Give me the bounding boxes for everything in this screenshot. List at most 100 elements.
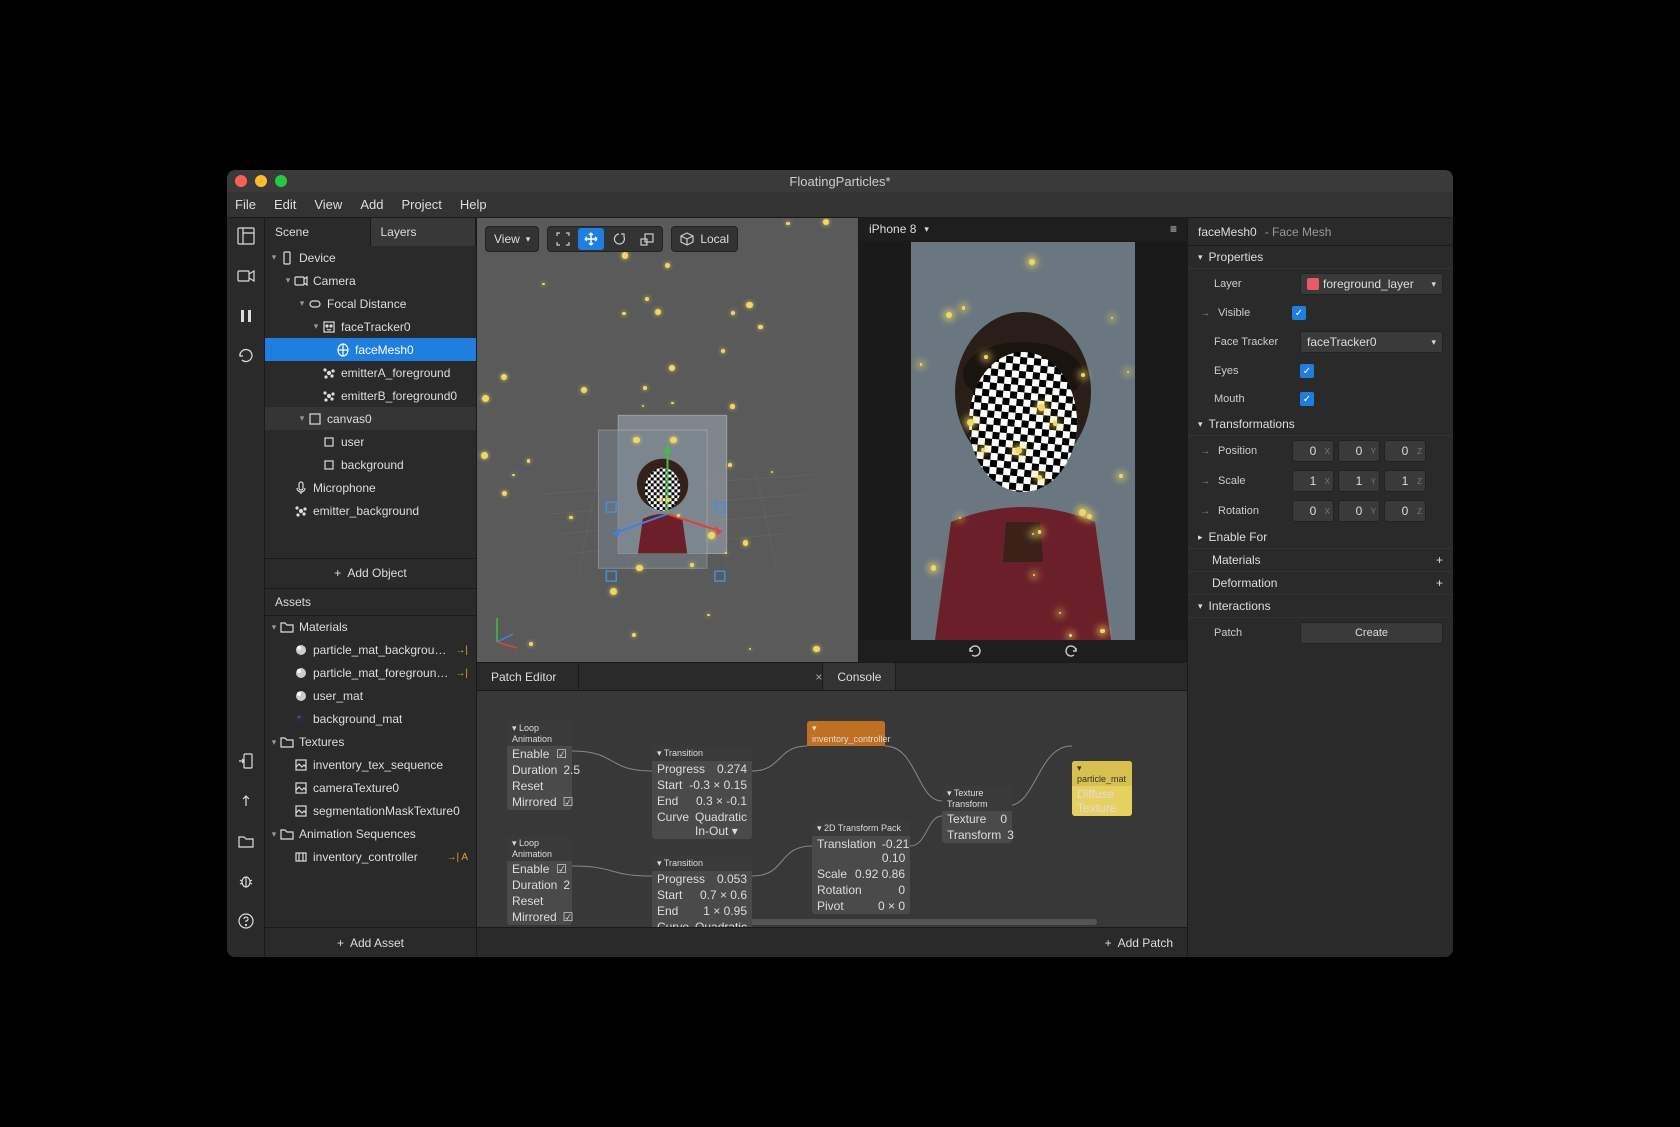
menu-help[interactable]: Help xyxy=(460,197,487,212)
node-row[interactable]: Progress0.053 xyxy=(652,871,752,887)
layer-dropdown[interactable]: foreground_layer▾ xyxy=(1300,273,1443,295)
folder-icon[interactable] xyxy=(236,831,256,851)
tree-row[interactable]: emitterA_foreground xyxy=(265,361,476,384)
viewport-3d[interactable]: View▾ Local xyxy=(477,218,859,662)
menu-view[interactable]: View xyxy=(314,197,342,212)
node-row[interactable]: End0.3 × -0.1 xyxy=(652,793,752,809)
node-row[interactable]: Translation-0.21 0.10 xyxy=(812,836,910,866)
help-icon[interactable] xyxy=(236,911,256,931)
eyes-checkbox[interactable]: ✓ xyxy=(1300,364,1314,378)
node-row[interactable]: Reset xyxy=(507,893,572,909)
tree-row[interactable]: ▾Textures xyxy=(265,731,476,754)
rot-y-input[interactable]: 0Y xyxy=(1338,500,1380,522)
scl-y-input[interactable]: 1Y xyxy=(1338,470,1380,492)
scl-z-input[interactable]: 1Z xyxy=(1384,470,1426,492)
disclosure-icon[interactable]: ▾ xyxy=(269,622,279,633)
disclosure-icon[interactable]: ▾ xyxy=(283,275,293,286)
rot-x-input[interactable]: 0X xyxy=(1292,500,1334,522)
node-row[interactable]: Start-0.3 × 0.15 xyxy=(652,777,752,793)
node-row[interactable]: Diffuse Texture xyxy=(1072,786,1132,816)
link-icon[interactable]: → xyxy=(1200,446,1210,457)
menu-icon[interactable]: ≡ xyxy=(1170,222,1177,236)
bug-icon[interactable] xyxy=(236,871,256,891)
add-object-button[interactable]: +Add Object xyxy=(265,558,476,588)
rot-z-input[interactable]: 0Z xyxy=(1384,500,1426,522)
tree-row[interactable]: cameraTexture0 xyxy=(265,777,476,800)
patch-node[interactable]: ▾ inventory_controller xyxy=(807,721,885,746)
scale-tool[interactable] xyxy=(634,228,660,250)
device-dropdown[interactable]: iPhone 8▾ xyxy=(869,222,929,236)
rotate-tool[interactable] xyxy=(606,228,632,250)
disclosure-icon[interactable]: ▾ xyxy=(269,252,279,263)
node-row[interactable]: Texture0 xyxy=(942,811,1012,827)
menu-file[interactable]: File xyxy=(235,197,256,212)
camera-icon[interactable] xyxy=(236,266,256,286)
tree-row[interactable]: inventory_tex_sequence xyxy=(265,754,476,777)
tree-row[interactable]: ▾Animation Sequences xyxy=(265,823,476,846)
tree-row[interactable]: Microphone xyxy=(265,476,476,499)
plus-icon[interactable]: + xyxy=(1436,576,1443,590)
section-interactions[interactable]: ▾Interactions xyxy=(1188,595,1453,618)
section-materials[interactable]: Materials+ xyxy=(1188,549,1453,572)
node-row[interactable]: Progress0.274 xyxy=(652,761,752,777)
local-toggle[interactable]: Local xyxy=(671,226,738,252)
menu-project[interactable]: Project xyxy=(401,197,441,212)
section-deformation[interactable]: Deformation+ xyxy=(1188,572,1453,595)
disclosure-icon[interactable]: ▾ xyxy=(297,413,307,424)
close-tab-icon[interactable]: × xyxy=(815,670,822,684)
pause-icon[interactable] xyxy=(236,306,256,326)
tree-row[interactable]: ▾Camera xyxy=(265,269,476,292)
flip-icon[interactable] xyxy=(1063,643,1079,659)
node-row[interactable]: Duration2.5 xyxy=(507,762,572,778)
node-row[interactable]: Start0.7 × 0.6 xyxy=(652,887,752,903)
menu-edit[interactable]: Edit xyxy=(274,197,296,212)
layout-icon[interactable] xyxy=(236,226,256,246)
pos-y-input[interactable]: 0Y xyxy=(1338,440,1380,462)
node-row[interactable]: Rotation0 xyxy=(812,882,910,898)
visible-checkbox[interactable]: ✓ xyxy=(1292,306,1306,320)
node-row[interactable]: Mirrored☑ xyxy=(507,794,572,810)
disclosure-icon[interactable]: ▾ xyxy=(297,298,307,309)
node-row[interactable]: Scale0.92 0.86 xyxy=(812,866,910,882)
node-row[interactable]: Enable☑ xyxy=(507,861,572,877)
frame-tool[interactable] xyxy=(550,228,576,250)
scl-x-input[interactable]: 1X xyxy=(1292,470,1334,492)
patch-node[interactable]: ▾ TransitionProgress0.053Start0.7 × 0.6E… xyxy=(652,856,752,927)
pos-x-input[interactable]: 0X xyxy=(1292,440,1334,462)
pos-z-input[interactable]: 0Z xyxy=(1384,440,1426,462)
tree-row[interactable]: ▾Materials xyxy=(265,616,476,639)
section-enable[interactable]: ▸Enable For xyxy=(1188,526,1453,549)
tree-row[interactable]: ▾faceTracker0 xyxy=(265,315,476,338)
node-row[interactable]: Mirrored☑ xyxy=(507,909,572,925)
plus-icon[interactable]: + xyxy=(1436,553,1443,567)
view-dropdown[interactable]: View▾ xyxy=(485,226,539,252)
section-properties[interactable]: ▾Properties xyxy=(1188,246,1453,269)
disclosure-icon[interactable]: ▾ xyxy=(269,737,279,748)
section-transforms[interactable]: ▾Transformations xyxy=(1188,413,1453,436)
node-row[interactable]: Duration2 xyxy=(507,877,572,893)
node-row[interactable]: CurveQuadratic In-Out ▾ xyxy=(652,809,752,839)
patch-node[interactable]: ▾ Loop AnimationEnable☑Duration2.5ResetM… xyxy=(507,721,572,810)
patch-canvas[interactable]: ▾ Loop AnimationEnable☑Duration2.5ResetM… xyxy=(477,691,1187,927)
patch-node[interactable]: ▾ 2D Transform PackTranslation-0.21 0.10… xyxy=(812,821,910,914)
tree-row[interactable]: ▾Focal Distance xyxy=(265,292,476,315)
refresh-icon[interactable] xyxy=(236,346,256,366)
link-icon[interactable]: → xyxy=(1200,308,1210,319)
tree-row[interactable]: user_mat xyxy=(265,685,476,708)
tree-row[interactable]: particle_mat_foregroun…→| xyxy=(265,662,476,685)
tree-row[interactable]: emitterB_foreground0 xyxy=(265,384,476,407)
node-row[interactable]: Reset xyxy=(507,778,572,794)
tab-scene[interactable]: Scene xyxy=(265,218,371,246)
add-asset-button[interactable]: +Add Asset xyxy=(265,927,476,957)
link-icon[interactable]: → xyxy=(1200,476,1210,487)
tree-row[interactable]: faceMesh0 xyxy=(265,338,476,361)
patch-node[interactable]: ▾ Loop AnimationEnable☑Duration2ResetMir… xyxy=(507,836,572,925)
add-patch-button[interactable]: +Add Patch xyxy=(477,927,1187,957)
disclosure-icon[interactable]: ▾ xyxy=(269,829,279,840)
tree-row[interactable]: segmentationMaskTexture0 xyxy=(265,800,476,823)
tree-row[interactable]: ▾Device xyxy=(265,246,476,269)
device-send-icon[interactable] xyxy=(236,751,256,771)
patch-node[interactable]: ▾ particle_matDiffuse Texture xyxy=(1072,761,1132,816)
node-row[interactable]: Enable☑ xyxy=(507,746,572,762)
tab-console[interactable]: Console xyxy=(822,663,896,690)
